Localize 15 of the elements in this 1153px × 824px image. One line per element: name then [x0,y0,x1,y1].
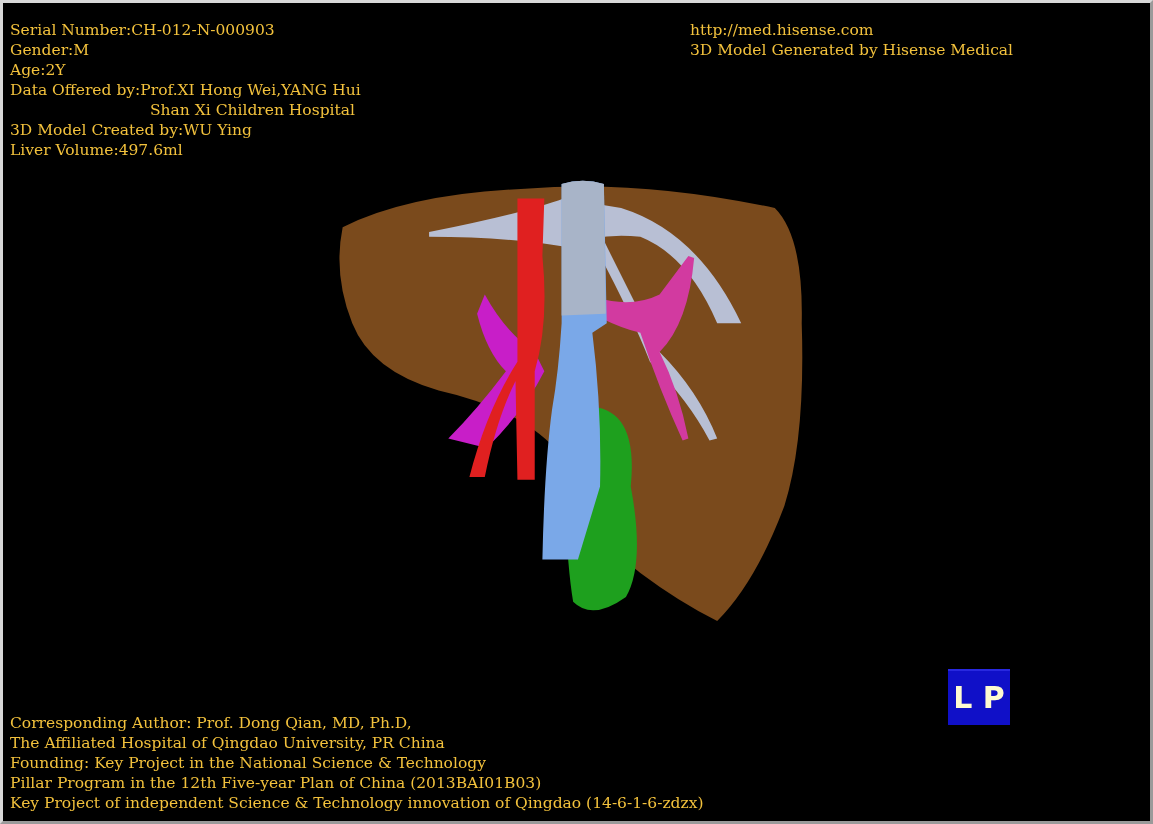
website-link[interactable]: http://med.hisense.com [690,20,1150,40]
credit-text: Founding: Key Project in the National Science & Technology [10,753,487,773]
generator-text: 3D Model Generated by Hisense Medical [690,40,1015,60]
info-text: Serial Number:CH-012-N-000903 [10,20,276,40]
info-text: Age:2Y [10,60,67,80]
orientation-cube[interactable]: L P [948,669,1010,725]
info-text: Data Offered by:Prof.XI Hong Wei,YANG Hui [10,80,361,100]
credit-text: Pillar Program in the 12th Five-year Plan of China (2013BAI01B03) [10,773,543,793]
info-text: Liver Volume:497.6ml [10,140,184,160]
info-text: Gender:M [10,40,91,60]
info-text: Shan Xi Children Hospital [149,100,356,120]
credit-text: Key Project of independent Science & Technology innovation of Qingdao (14-6-1-6-zdzx) [10,793,704,813]
credit-text: Corresponding Author: Prof. Dong Qian, MD, Ph.D, [10,713,413,733]
info-text: 3D Model Created by:WU Ying [10,120,253,140]
credit-text: The Affiliated Hospital of Qingdao University, PR China [10,733,446,753]
